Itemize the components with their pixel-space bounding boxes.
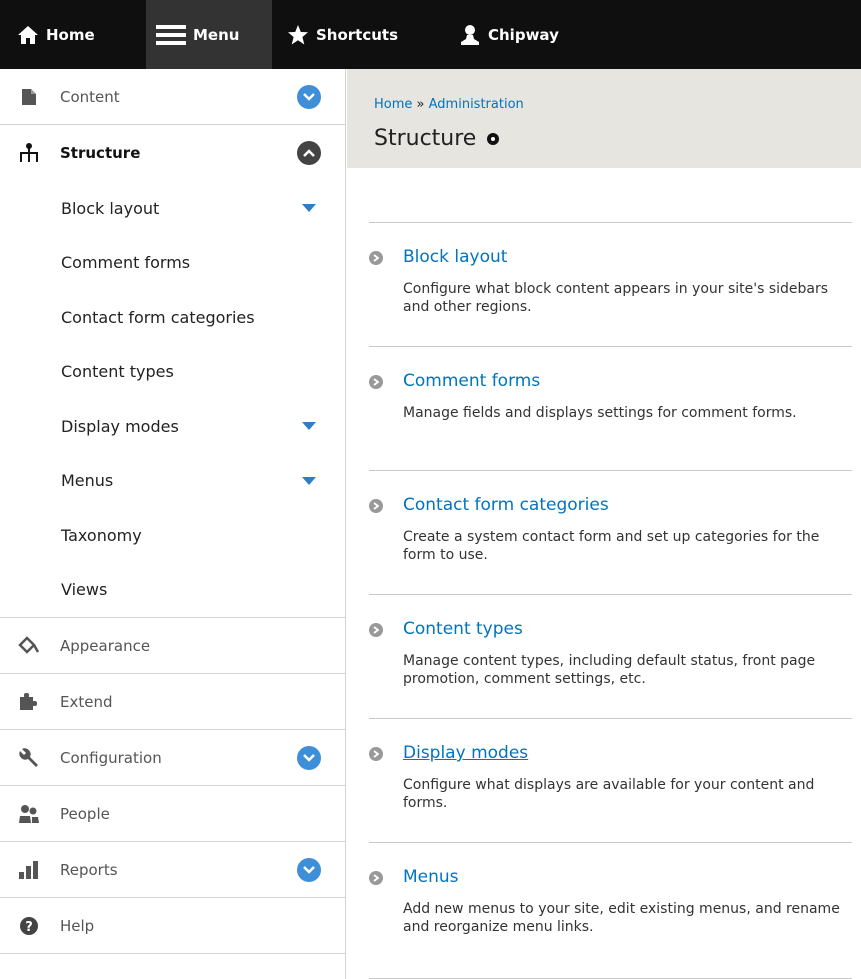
sidebar-item-label: Menus	[61, 471, 114, 490]
star-icon	[287, 24, 309, 46]
shortcuts-tab[interactable]: Shortcuts	[287, 0, 398, 69]
sidebar-item-label: Help	[60, 916, 95, 935]
block-layout-link[interactable]: Block layout	[403, 247, 507, 267]
sidebar-item-appearance[interactable]: Appearance	[0, 618, 345, 674]
sidebar-item-label: Contact form categories	[61, 307, 255, 327]
admin-list: Block layout Configure what block conten…	[369, 222, 852, 979]
list-item: Content types Manage content types, incl…	[369, 594, 852, 718]
list-item: Contact form categories Create a system …	[369, 470, 852, 594]
sidebar-item-label: People	[60, 804, 110, 823]
user-label: Chipway	[488, 25, 559, 44]
sitemap-icon	[18, 142, 40, 164]
person-icon	[459, 24, 481, 46]
contact-form-categories-link[interactable]: Contact form categories	[403, 495, 609, 515]
admin-toolbar: Home Menu Shortcuts Chipway	[0, 0, 861, 69]
shortcuts-label: Shortcuts	[316, 25, 399, 44]
sidebar-item-reports[interactable]: Reports	[0, 842, 345, 898]
bar-chart-icon	[18, 859, 40, 881]
sidebar-item-label: Extend	[60, 692, 113, 711]
chevron-right-icon	[369, 375, 383, 389]
item-description: Manage fields and displays settings for …	[403, 405, 797, 421]
expand-toggle[interactable]	[297, 84, 321, 109]
sidebar-subitem-taxonomy[interactable]: Taxonomy	[0, 508, 345, 562]
expand-toggle[interactable]	[297, 857, 321, 882]
item-description: Configure what block content appears in …	[403, 281, 829, 315]
list-item: Display modes Configure what displays ar…	[369, 718, 852, 842]
sidebar-item-label: Appearance	[60, 636, 151, 655]
breadcrumb-home-link[interactable]: Home	[374, 97, 412, 112]
display-modes-link[interactable]: Display modes	[403, 743, 528, 763]
sidebar-item-label: Comment forms	[61, 253, 191, 272]
breadcrumb-separator: »	[416, 97, 425, 112]
expand-arrow[interactable]	[302, 422, 316, 430]
list-item: Comment forms Manage fields and displays…	[369, 346, 852, 470]
item-description: Add new menus to your site, edit existin…	[403, 901, 840, 935]
chevron-right-icon	[369, 623, 383, 637]
content-types-link[interactable]: Content types	[403, 619, 523, 639]
people-icon	[18, 803, 40, 825]
expand-arrow[interactable]	[302, 204, 316, 212]
chevron-right-icon	[369, 871, 383, 885]
chevron-right-icon	[369, 251, 383, 265]
sidebar-subitem-block-layout[interactable]: Block layout	[0, 181, 345, 235]
sidebar-item-label: Structure	[60, 144, 141, 162]
page-header: Home » Administration Structure	[347, 69, 861, 168]
chevron-right-icon	[369, 499, 383, 513]
menu-tab[interactable]: Menu	[146, 0, 272, 69]
sidebar-item-help[interactable]: ? Help	[0, 898, 345, 954]
comment-forms-link[interactable]: Comment forms	[403, 371, 540, 391]
home-icon	[17, 25, 39, 45]
page-icon	[18, 86, 40, 108]
sidebar-subitem-comment-forms[interactable]: Comment forms	[0, 235, 345, 290]
breadcrumb-admin-link[interactable]: Administration	[429, 97, 524, 112]
sidebar-item-people[interactable]: People	[0, 786, 345, 842]
sidebar-subitem-contact-form-categories[interactable]: Contact form categories	[0, 290, 345, 344]
sidebar-item-label: Display modes	[61, 416, 179, 436]
breadcrumb: Home » Administration	[374, 97, 524, 112]
wrench-icon	[18, 747, 40, 769]
home-label: Home	[46, 25, 95, 44]
expand-arrow[interactable]	[302, 476, 316, 485]
hamburger-icon	[156, 24, 186, 46]
item-description: Configure what displays are available fo…	[403, 777, 815, 811]
list-item: Block layout Configure what block conten…	[369, 222, 852, 346]
collapse-toggle[interactable]	[297, 141, 321, 165]
puzzle-icon	[18, 691, 40, 713]
sidebar-item-label: Configuration	[60, 748, 162, 767]
sidebar-subitem-display-modes[interactable]: Display modes	[0, 399, 345, 453]
admin-sidebar-menu: Content Structure Block layout Comment f…	[0, 69, 346, 979]
add-shortcut-icon[interactable]	[487, 132, 500, 145]
menu-label: Menu	[193, 25, 240, 44]
sidebar-item-label: Reports	[60, 860, 118, 879]
sidebar-subitem-views[interactable]: Views	[0, 562, 345, 618]
list-item: Menus Add new menus to your site, edit e…	[369, 842, 852, 979]
sidebar-item-label: Block layout	[61, 198, 160, 218]
sidebar-item-label: Content	[60, 87, 120, 106]
sidebar-item-structure[interactable]: Structure	[0, 125, 345, 181]
sidebar-item-label: Content types	[61, 362, 174, 381]
sidebar-item-content[interactable]: Content	[0, 69, 345, 125]
item-description: Create a system contact form and set up …	[403, 529, 820, 563]
page-title: Structure	[374, 126, 477, 151]
sidebar-item-label: Taxonomy	[61, 525, 142, 545]
svg-text:?: ?	[25, 920, 33, 935]
page-title-wrap: Structure	[374, 126, 500, 151]
help-icon: ?	[18, 915, 40, 937]
paint-bucket-icon	[18, 635, 40, 657]
user-tab[interactable]: Chipway	[459, 0, 559, 69]
chevron-right-icon	[369, 747, 383, 761]
expand-toggle[interactable]	[297, 745, 321, 770]
sidebar-item-configuration[interactable]: Configuration	[0, 730, 345, 786]
sidebar-item-extend[interactable]: Extend	[0, 674, 345, 730]
home-tab[interactable]: Home	[17, 0, 95, 69]
sidebar-subitem-menus[interactable]: Menus	[0, 453, 345, 508]
menus-link[interactable]: Menus	[403, 867, 459, 887]
sidebar-subitem-content-types[interactable]: Content types	[0, 344, 345, 399]
sidebar-item-label: Views	[61, 580, 108, 599]
item-description: Manage content types, including default …	[403, 653, 816, 687]
